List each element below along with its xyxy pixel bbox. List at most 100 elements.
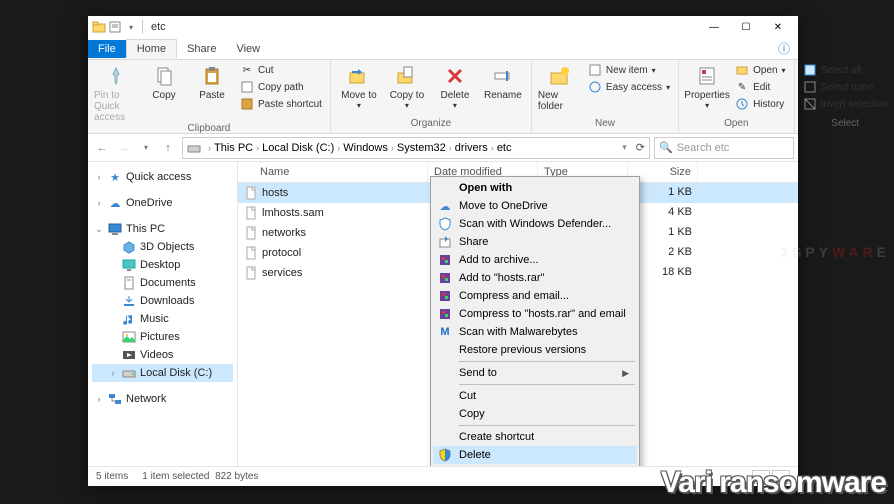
copy-icon <box>152 64 176 88</box>
pc-icon <box>108 222 122 236</box>
col-name[interactable]: Name <box>238 162 428 182</box>
ctx-mbam[interactable]: MScan with Malwarebytes <box>433 323 637 341</box>
ctx-copy[interactable]: Copy <box>433 405 637 423</box>
ctx-openwith[interactable]: Open with <box>433 179 637 197</box>
edit-button[interactable]: ✎Edit <box>733 79 787 95</box>
group-open: Properties▾ Open ▾ ✎Edit History Open <box>679 60 794 133</box>
open-button[interactable]: Open ▾ <box>733 62 787 78</box>
back-button[interactable]: ← <box>92 138 112 158</box>
copy-button[interactable]: Copy <box>142 62 186 101</box>
pin-button[interactable]: Pin to Quick access <box>94 62 138 123</box>
rar-icon <box>437 270 453 286</box>
folder-icon <box>122 276 136 290</box>
search-input[interactable]: 🔍 Search etc <box>654 137 794 159</box>
history-button[interactable]: History <box>733 96 787 112</box>
file-icon <box>244 266 258 280</box>
crumb[interactable]: etc <box>497 142 512 154</box>
paste-button[interactable]: Paste <box>190 62 234 101</box>
selectnone-button[interactable]: Select none <box>801 79 890 95</box>
tab-view[interactable]: View <box>226 40 270 58</box>
quick-access[interactable]: ›★Quick access <box>92 168 233 186</box>
ctx-cut[interactable]: Cut <box>433 387 637 405</box>
nav-item[interactable]: Documents <box>92 274 233 292</box>
crumb[interactable]: This PC <box>214 142 253 154</box>
tab-home[interactable]: Home <box>126 39 177 59</box>
newitem-button[interactable]: New item ▾ <box>586 62 672 78</box>
search-icon: 🔍 <box>659 141 673 154</box>
moveto-button[interactable]: Move to▾ <box>337 62 381 110</box>
newitem-icon <box>588 63 602 77</box>
ctx-restore[interactable]: Restore previous versions <box>433 341 637 359</box>
cut-button[interactable]: ✂Cut <box>238 62 324 78</box>
cloud-icon: ☁ <box>108 196 122 210</box>
crumb[interactable]: System32 <box>397 142 446 154</box>
ctx-email[interactable]: Compress and email... <box>433 287 637 305</box>
crumb[interactable]: Local Disk (C:) <box>262 142 334 154</box>
nav-item[interactable]: Downloads <box>92 292 233 310</box>
nav-item[interactable]: ›Local Disk (C:) <box>92 364 233 382</box>
nav-item[interactable]: Pictures <box>92 328 233 346</box>
site-watermark: 2SPYWARE <box>780 244 890 260</box>
paste-shortcut-button[interactable]: Paste shortcut <box>238 96 324 112</box>
uac-shield-icon <box>437 447 453 463</box>
qat-dropdown-icon[interactable]: ▾ <box>124 20 138 34</box>
copypath-button[interactable]: Copy path <box>238 79 324 95</box>
folder-icon <box>122 312 136 326</box>
copyto-button[interactable]: Copy to▾ <box>385 62 429 110</box>
network-icon <box>108 392 122 406</box>
properties-button[interactable]: Properties▾ <box>685 62 729 110</box>
newfolder-button[interactable]: New folder <box>538 62 582 112</box>
ctx-rename[interactable]: Rename <box>433 464 637 466</box>
pin-icon <box>104 64 128 88</box>
nav-item[interactable]: Videos <box>92 346 233 364</box>
nav-item[interactable]: Desktop <box>92 256 233 274</box>
folder-icon <box>122 348 136 362</box>
rename-button[interactable]: Rename <box>481 62 525 101</box>
ctx-archive[interactable]: Add to archive... <box>433 251 637 269</box>
ctx-onedrive[interactable]: ☁Move to OneDrive <box>433 197 637 215</box>
tab-file[interactable]: File <box>88 40 126 58</box>
ctx-shortcut[interactable]: Create shortcut <box>433 428 637 446</box>
rar-icon <box>437 288 453 304</box>
file-list: Name Date modified Type Size hosts1 KBlm… <box>238 162 798 466</box>
minimize-button[interactable]: — <box>698 17 730 37</box>
separator <box>459 361 635 362</box>
ctx-compressemail[interactable]: Compress to "hosts.rar" and email <box>433 305 637 323</box>
ctx-defender[interactable]: Scan with Windows Defender... <box>433 215 637 233</box>
nav-item[interactable]: Music <box>92 310 233 328</box>
refresh-button[interactable]: ⟳ <box>636 141 645 154</box>
up-button[interactable]: ↑ <box>158 138 178 158</box>
newfolder-icon <box>548 64 572 88</box>
history-icon <box>735 97 749 111</box>
copypath-icon <box>240 80 254 94</box>
forward-button[interactable]: → <box>114 138 134 158</box>
copyto-icon <box>395 64 419 88</box>
ctx-share[interactable]: Share <box>433 233 637 251</box>
easyaccess-icon <box>588 80 602 94</box>
navigation-pane: ›★Quick access ›☁OneDrive ⌄This PC 3D Ob… <box>88 162 238 466</box>
recent-button[interactable]: ▾ <box>136 138 156 158</box>
folder-icon <box>122 330 136 344</box>
crumb[interactable]: drivers <box>455 142 488 154</box>
tab-share[interactable]: Share <box>177 40 226 58</box>
separator <box>459 384 635 385</box>
network[interactable]: ›Network <box>92 390 233 408</box>
ctx-sendto[interactable]: Send to▶ <box>433 364 637 382</box>
close-button[interactable]: ✕ <box>762 17 794 37</box>
properties-icon <box>695 64 719 88</box>
ctx-delete[interactable]: Delete <box>433 446 637 464</box>
selectall-button[interactable]: Select all <box>801 62 890 78</box>
nav-item[interactable]: 3D Objects <box>92 238 233 256</box>
breadcrumb[interactable]: › This PC› Local Disk (C:)› Windows› Sys… <box>182 137 650 159</box>
delete-button[interactable]: Delete▾ <box>433 62 477 110</box>
easyaccess-button[interactable]: Easy access ▾ <box>586 79 672 95</box>
help-button[interactable]: ⓘ <box>778 40 790 57</box>
properties-qat-icon[interactable] <box>108 20 122 34</box>
ctx-addrar[interactable]: Add to "hosts.rar" <box>433 269 637 287</box>
onedrive[interactable]: ›☁OneDrive <box>92 194 233 212</box>
delete-icon <box>443 64 467 88</box>
invert-button[interactable]: Invert selection <box>801 96 890 112</box>
maximize-button[interactable]: ☐ <box>730 17 762 37</box>
crumb[interactable]: Windows <box>343 142 388 154</box>
this-pc[interactable]: ⌄This PC <box>92 220 233 238</box>
